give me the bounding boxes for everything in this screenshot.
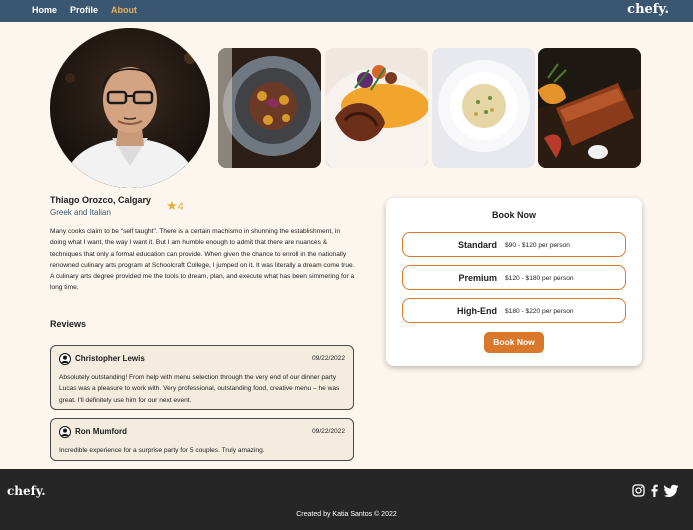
twitter-icon[interactable] [664,484,679,497]
tier-high-end[interactable]: High-End $180 - $220 per person [402,298,626,323]
footer: chefy. Created by Katia Santos © 2022 [0,469,693,530]
tier-premium[interactable]: Premium $120 - $180 per person [402,265,626,290]
review-date: 09/22/2022 [311,355,345,362]
footer-brand-logo[interactable]: chefy. [7,484,46,498]
tier-price: $180 - $220 per person [505,308,574,315]
chef-portrait [50,28,210,188]
user-icon [59,425,71,438]
reviewer-name: Ron Mumford [75,427,127,436]
review-header: Ron Mumford [59,425,127,438]
book-now-button[interactable]: Book Now [484,332,544,353]
reviewer-name: Christopher Lewis [75,354,145,363]
tier-name: Premium [458,273,497,283]
review-text: Incredible experience for a surprise par… [59,447,265,454]
tier-name: Standard [457,240,497,250]
booking-title: Book Now [492,210,536,220]
dish-photo-4 [538,48,641,168]
footer-credit: Created by Katia Santos © 2022 [296,511,397,518]
tier-name: High-End [457,306,497,316]
dish-photo-1 [218,48,321,168]
chef-bio: Many cooks claim to be "self taught". Th… [50,228,355,292]
brand-logo[interactable]: chefy. [627,2,669,17]
booking-panel: Book Now Standard $90 - $120 per person … [386,198,642,366]
nav-link-profile[interactable]: Profile [70,5,98,15]
nav-link-about[interactable]: About [111,5,137,15]
review-date: 09/22/2022 [311,428,345,435]
review-text: Absolutely outstanding! From help with m… [59,374,340,404]
user-icon [59,352,71,365]
reviews-title: Reviews [50,319,87,329]
tier-price: $90 - $120 per person [505,242,570,249]
review-card: Christopher Lewis 09/22/2022 Absolutely … [50,345,354,410]
top-nav: Home Profile About chefy. [0,0,693,22]
chef-rating: ★4 [166,198,184,214]
review-header: Christopher Lewis [59,352,145,365]
review-card: Ron Mumford 09/22/2022 Incredible experi… [50,418,354,461]
tier-price: $120 - $180 per person [505,275,574,282]
rating-value: 4 [177,201,184,213]
tier-standard[interactable]: Standard $90 - $120 per person [402,232,626,257]
nav-link-home[interactable]: Home [32,5,57,15]
chef-name: Thiago Orozco, Calgary [50,195,152,205]
dish-photo-3 [432,48,535,168]
chef-cuisine: Greek and Italian [50,208,111,217]
star-icon: ★ [166,198,178,213]
dish-photo-2 [325,48,428,168]
facebook-icon[interactable] [648,484,661,497]
instagram-icon[interactable] [632,484,645,497]
